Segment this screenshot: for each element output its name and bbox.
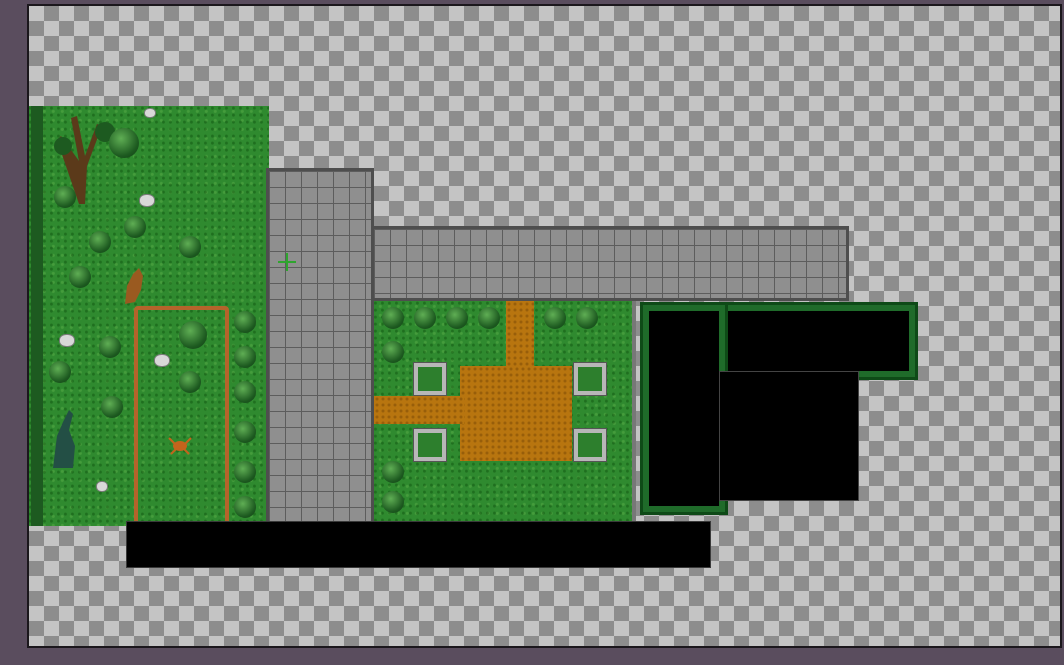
bush-icon [99,336,121,358]
hedge-border-west [31,106,43,526]
bush-icon [69,266,91,288]
bush-icon [478,307,500,329]
bottom-void-strip[interactable] [126,521,711,568]
crab-icon [168,437,192,455]
map-canvas[interactable] [27,4,1062,648]
hedged-void-area[interactable] [649,311,719,506]
garden-courtyard[interactable] [374,301,636,521]
dirt-path-loop [134,306,229,526]
dirt-path-north [506,301,534,371]
bush-icon [234,381,256,403]
bush-icon [544,307,566,329]
bush-icon [49,361,71,383]
bush-icon [234,461,256,483]
dirt-plaza [460,366,572,461]
bush-icon [109,128,139,158]
void-block[interactable] [719,371,859,501]
rock-icon [144,108,156,118]
statue-icon [53,410,75,468]
planter-icon [573,362,607,396]
courtyard-wall [632,301,636,521]
bush-icon [576,307,598,329]
bush-icon [234,496,256,518]
planter-icon [413,428,447,462]
bush-icon [382,491,404,513]
bush-icon [382,341,404,363]
bush-icon [414,307,436,329]
bush-icon [234,311,256,333]
rock-icon [139,194,155,207]
dirt-path-west [374,396,464,424]
rock-icon [59,334,75,347]
bush-icon [234,346,256,368]
bush-icon [446,307,468,329]
bush-icon [54,186,76,208]
stone-path-vertical[interactable] [266,168,374,524]
fox-icon [125,268,143,304]
rock-icon [96,481,108,492]
planter-icon [413,362,447,396]
grass-area-west[interactable] [29,106,269,526]
bush-icon [101,396,123,418]
bush-icon [89,231,111,253]
crosshair-icon [278,253,296,271]
bush-icon [179,236,201,258]
bush-icon [382,461,404,483]
planter-icon [573,428,607,462]
bush-icon [234,421,256,443]
bush-icon [382,307,404,329]
stone-path-horizontal[interactable] [371,226,849,301]
bush-icon [124,216,146,238]
